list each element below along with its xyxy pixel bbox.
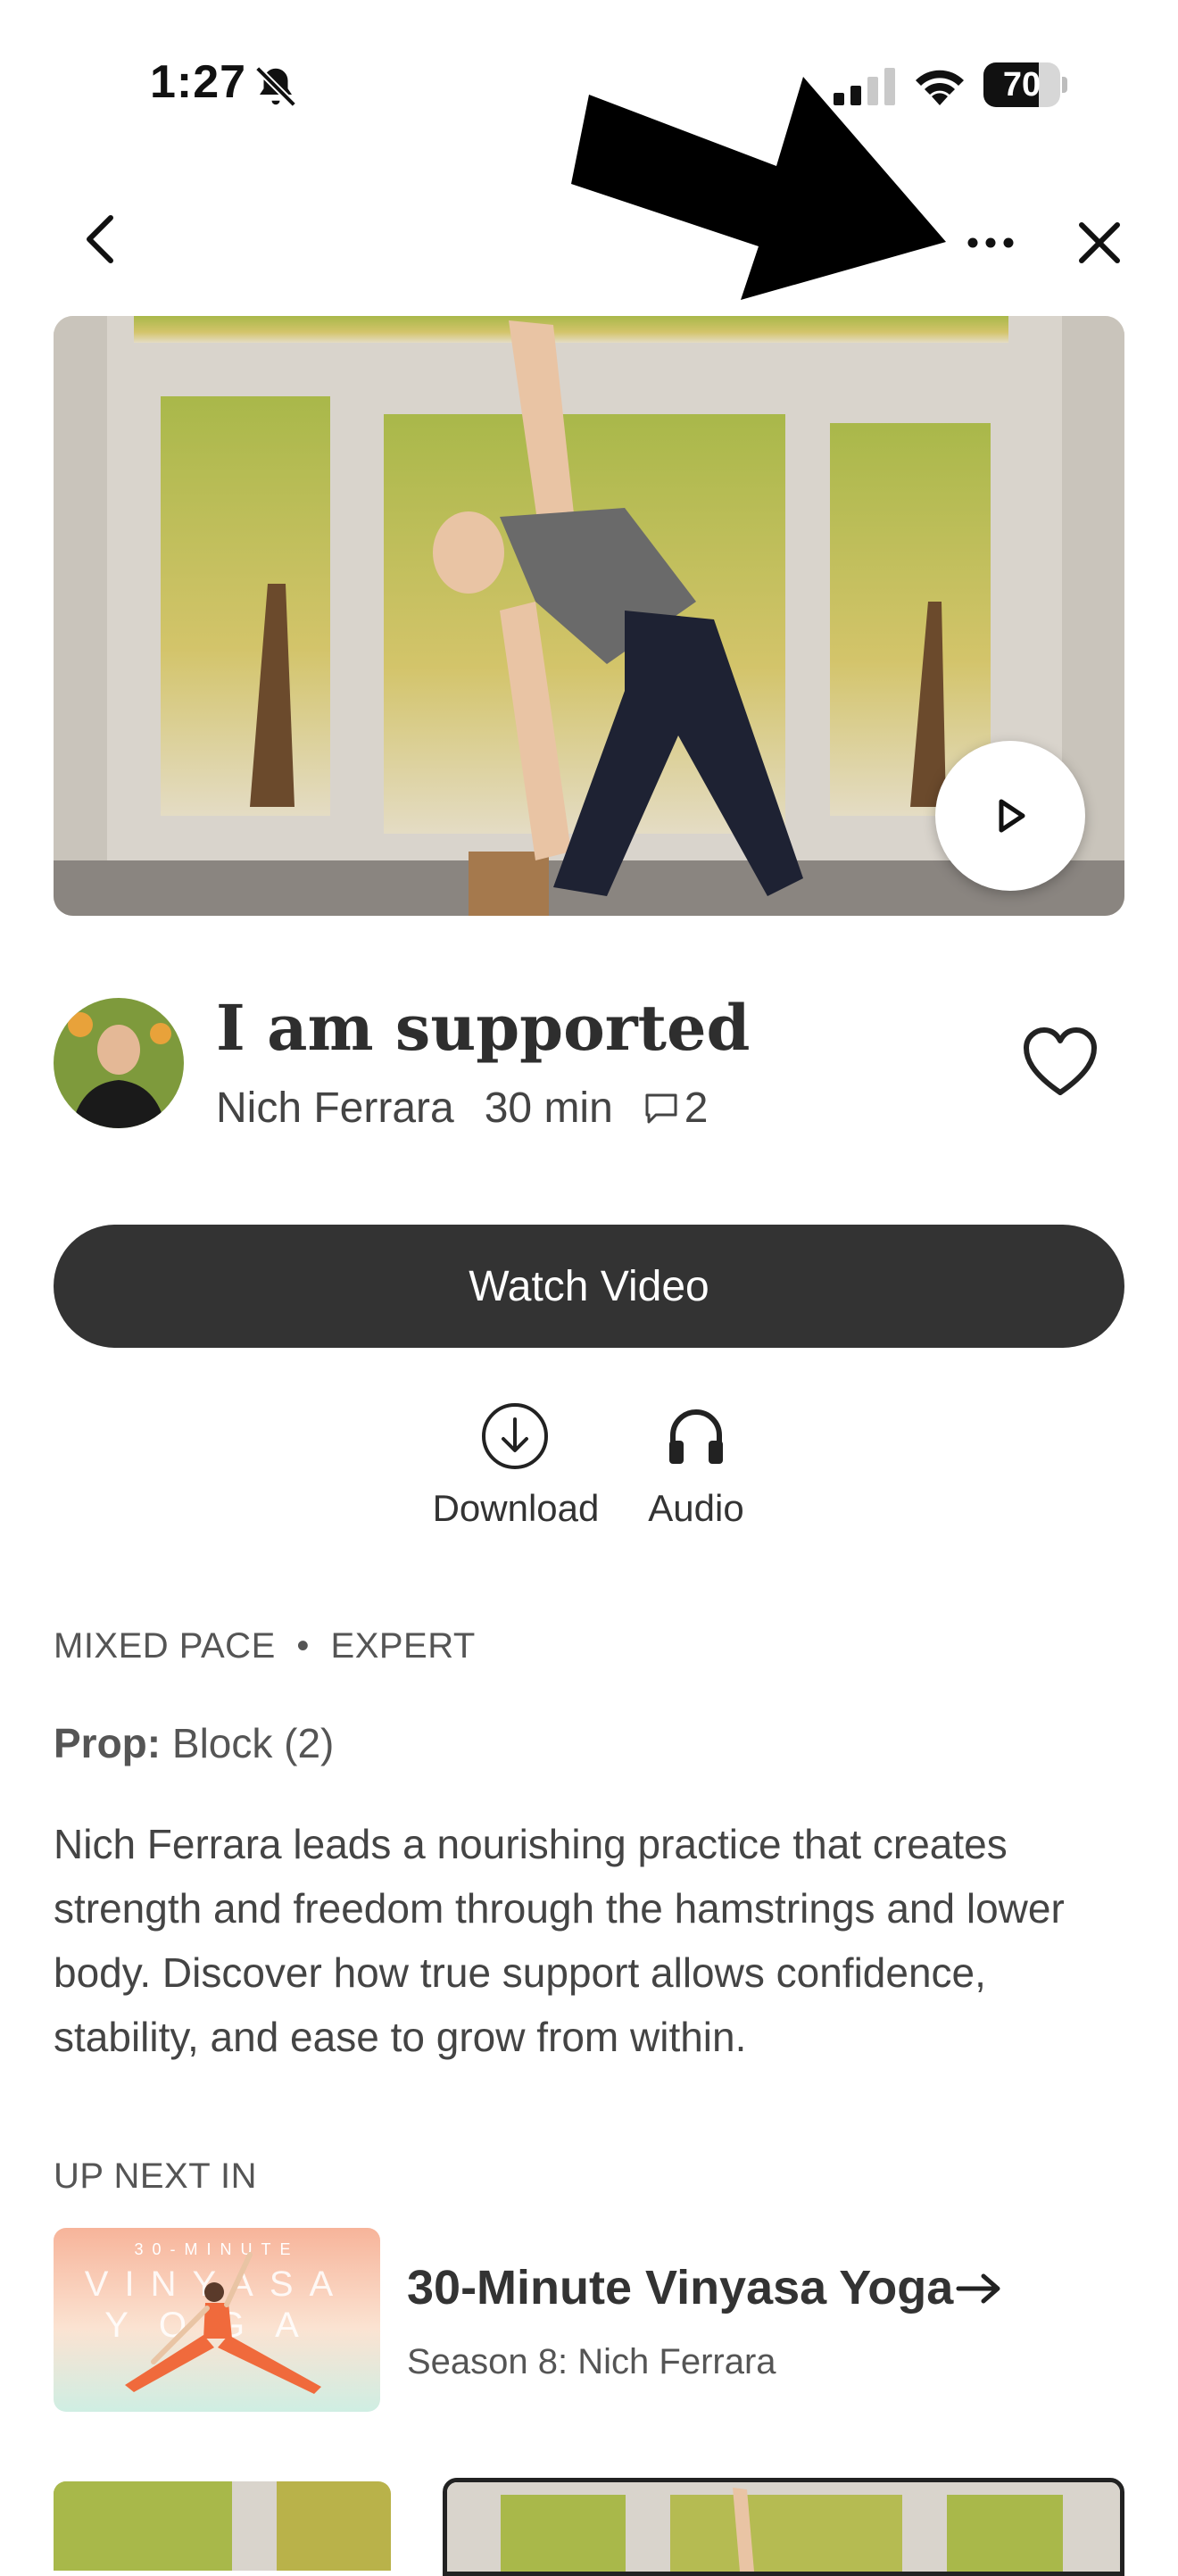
prop-label: Prop: [54,1720,162,1766]
download-icon[interactable] [480,1401,550,1471]
current-video-thumbnail[interactable] [443,2478,1124,2576]
up-next-heading: UP NEXT IN [54,2156,258,2196]
video-tags: MIXED PACE • EXPERT [54,1626,476,1666]
headphones-icon[interactable] [666,1405,726,1466]
play-button[interactable] [935,741,1085,891]
watch-video-button[interactable]: Watch Video [54,1225,1124,1348]
video-description: Nich Ferrara leads a nourishing practice… [54,1821,1065,2060]
next-video-thumbnail[interactable] [54,2481,391,2571]
annotation-arrow [571,77,946,300]
comment-count[interactable]: 2 [684,1084,709,1133]
audio-label[interactable]: Audio [643,1487,750,1530]
video-title: I am supported [216,991,751,1065]
prop-info: Prop: Block (2) [54,1719,334,1767]
instructor-name[interactable]: Nich Ferrara [216,1084,454,1133]
comment-icon[interactable] [643,1092,679,1126]
tag-separator: • [296,1626,310,1666]
heart-icon[interactable] [1023,1026,1098,1098]
video-duration: 30 min [484,1084,613,1132]
battery-icon: 70 [983,62,1067,107]
series-subtitle: Season 8: Nich Ferrara [407,2342,776,2381]
back-icon[interactable] [71,211,129,268]
bell-slash-icon [254,65,297,108]
level-tag: EXPERT [330,1626,476,1666]
series-title[interactable]: 30-Minute Vinyasa Yoga [407,2260,953,2315]
video-meta: Nich Ferrara 30 min 2 [216,1084,709,1133]
series-thumbnail[interactable]: 30-MINUTE VINYASA YOGA [54,2228,380,2412]
arrow-right-icon[interactable] [955,2267,1003,2310]
more-icon[interactable] [966,218,1016,268]
pace-tag: MIXED PACE [54,1626,276,1666]
download-label[interactable]: Download [428,1487,603,1530]
prop-value: Block (2) [171,1720,335,1766]
play-icon [999,799,1025,833]
close-icon[interactable] [1071,214,1128,271]
series-thumb-topline: 30-MINUTE [134,2240,299,2258]
instructor-avatar[interactable] [54,998,184,1128]
battery-level: 70 [1002,66,1041,104]
status-time: 1:27 [150,56,247,108]
